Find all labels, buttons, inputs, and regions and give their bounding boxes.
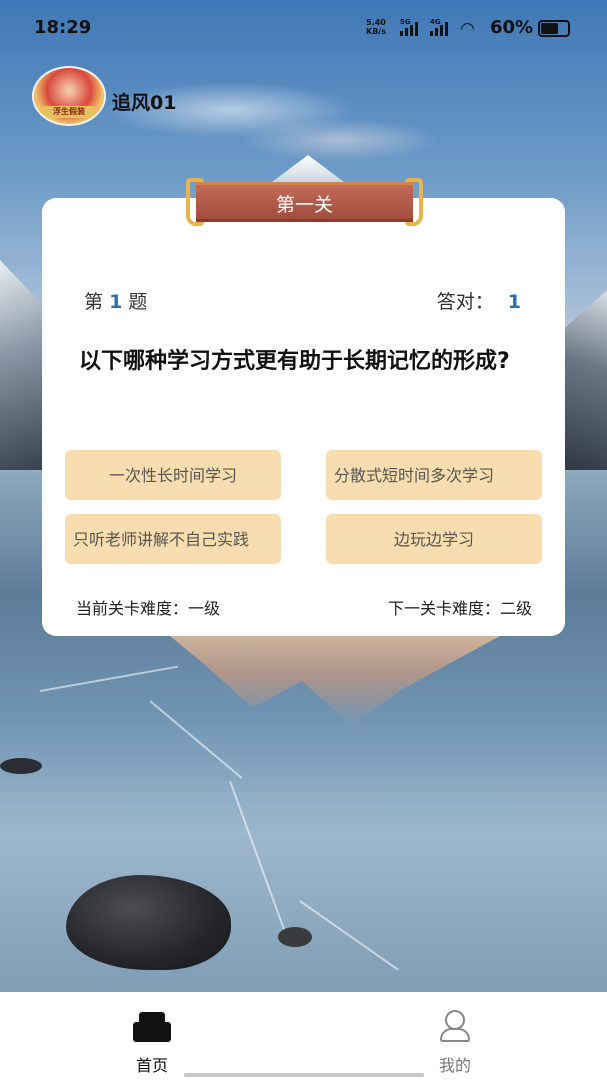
wifi-icon: ◠ [460, 19, 475, 39]
question-number: 1 [109, 291, 123, 313]
signal-4g-icon: 4G [430, 18, 454, 36]
nav-item-home[interactable]: 首页 [92, 992, 212, 1080]
bottom-nav: 首页 我的 [0, 992, 607, 1080]
username: 追风01 [112, 92, 177, 114]
network-speed: 5.40 KB/s [366, 18, 386, 36]
background-rock [0, 758, 42, 774]
gesture-bar[interactable] [184, 1073, 424, 1077]
user-icon [440, 1010, 470, 1042]
current-difficulty: 当前关卡难度：一级 [76, 599, 221, 618]
battery-icon [538, 20, 570, 37]
option-button[interactable]: 只听老师讲解不自己实践 [65, 514, 281, 564]
option-button[interactable]: 分散式短时间多次学习 [326, 450, 542, 500]
question-text: 以下哪种学习方式更有助于长期记忆的形成? [79, 349, 510, 374]
correct-counter: 答对： 1 [436, 291, 521, 313]
background-rock [66, 875, 231, 970]
signal-5g-icon: 5G [400, 18, 424, 36]
level-title: 第一关 [275, 194, 333, 216]
next-difficulty: 下一关卡难度：二级 [387, 599, 532, 618]
avatar-caption: 浮生假装 [42, 106, 96, 118]
home-icon [133, 1012, 171, 1042]
status-time: 18:29 [34, 17, 92, 38]
quiz-card [42, 198, 565, 636]
level-ribbon: 第一关 [186, 178, 423, 226]
option-button[interactable]: 一次性长时间学习 [65, 450, 281, 500]
background-rock [278, 927, 312, 947]
correct-count: 1 [507, 291, 521, 313]
status-bar: 18:29 5.40 KB/s 5G 4G ◠ 60% [0, 0, 607, 58]
battery-percent: 60% [490, 17, 534, 38]
nav-item-mine[interactable]: 我的 [395, 992, 515, 1080]
question-counter: 第 1 题 [84, 291, 148, 313]
avatar[interactable]: 浮生假装 [32, 66, 106, 126]
option-button[interactable]: 边玩边学习 [326, 514, 542, 564]
